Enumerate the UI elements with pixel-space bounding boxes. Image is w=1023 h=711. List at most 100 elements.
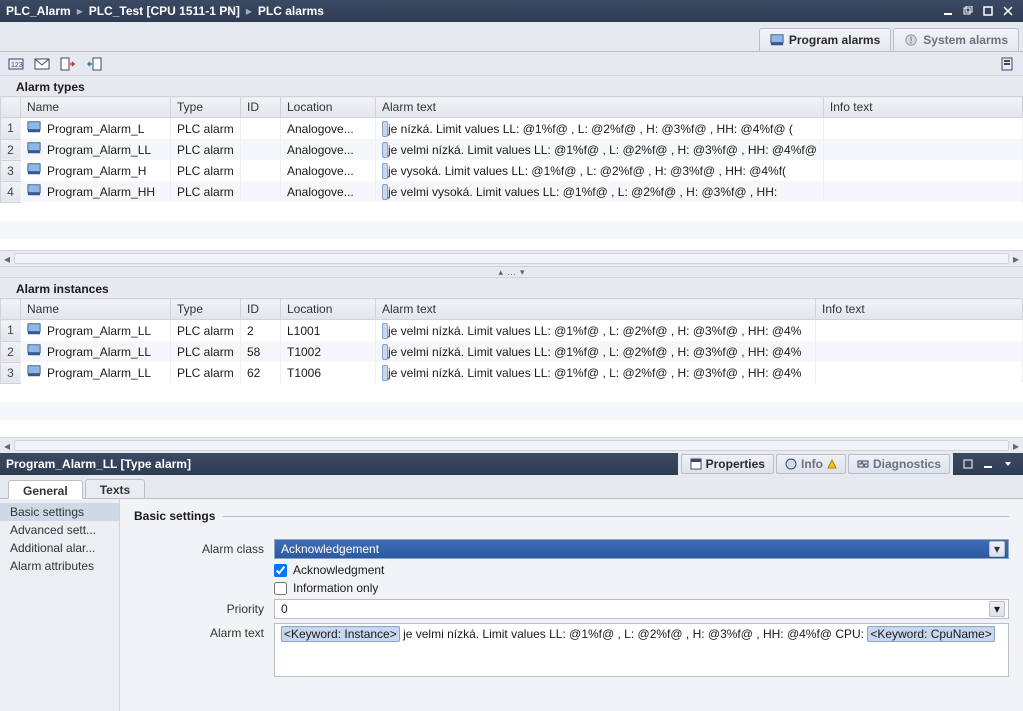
row-number: 2 xyxy=(1,341,21,362)
alarm-text-input[interactable]: <Keyword: Instance> je velmi nízká. Limi… xyxy=(274,623,1009,677)
import-left-icon[interactable] xyxy=(84,54,104,74)
alarm-text-label: Alarm text xyxy=(134,623,274,640)
col-id[interactable]: ID xyxy=(241,97,281,118)
col-info-text[interactable]: Info text xyxy=(816,299,1023,320)
nav-additional-alarms[interactable]: Additional alar... xyxy=(0,539,119,557)
tab-program-alarms[interactable]: Program alarms xyxy=(759,28,891,51)
cell-alarm-text[interactable]: je velmi nízká. Limit values LL: @1%f@ ,… xyxy=(376,320,816,342)
tab-system-alarms[interactable]: System alarms xyxy=(893,28,1019,51)
svg-text:123: 123 xyxy=(11,62,23,69)
col-name[interactable]: Name xyxy=(21,299,171,320)
alarm-types-grid[interactable]: Name Type ID Location Alarm text Info te… xyxy=(0,96,1023,266)
cell-alarm-text[interactable]: je nízká. Limit values LL: @1%f@ , L: @2… xyxy=(376,118,824,140)
splitter-handle[interactable]: ▴ … ▾ xyxy=(0,266,1023,278)
properties-side-nav: Basic settings Advanced sett... Addition… xyxy=(0,499,120,711)
row-number: 1 xyxy=(1,320,21,342)
table-row[interactable]: 1 Program_Alarm_L PLC alarm Analogove...… xyxy=(1,118,1023,140)
col-type[interactable]: Type xyxy=(171,299,241,320)
panel-dropdown-icon[interactable] xyxy=(999,456,1017,472)
cell-id: 58 xyxy=(241,341,281,362)
cell-location: Analogove... xyxy=(281,160,376,181)
col-id[interactable]: ID xyxy=(241,299,281,320)
alarm-types-hscroll[interactable]: ◂ ▸ xyxy=(0,250,1023,266)
export-right-icon[interactable] xyxy=(58,54,78,74)
window-restore-icon[interactable] xyxy=(959,3,977,19)
info-icon xyxy=(785,458,797,470)
cell-name[interactable]: Program_Alarm_HH xyxy=(21,181,171,202)
dropdown-caret-icon: ▾ xyxy=(989,601,1005,617)
table-row[interactable]: 3 Program_Alarm_H PLC alarm Analogove...… xyxy=(1,160,1023,181)
information-only-checkbox[interactable]: Information only xyxy=(274,581,1009,595)
tab-info[interactable]: Info xyxy=(776,454,846,474)
cell-name[interactable]: Program_Alarm_H xyxy=(21,160,171,181)
window-min-icon[interactable] xyxy=(939,3,957,19)
nav-alarm-attributes[interactable]: Alarm attributes xyxy=(0,557,119,575)
panel-float-icon[interactable] xyxy=(959,456,977,472)
col-type[interactable]: Type xyxy=(171,97,241,118)
tab-general[interactable]: General xyxy=(8,480,83,499)
col-location[interactable]: Location xyxy=(281,97,376,118)
cell-alarm-text[interactable]: je velmi nízká. Limit values LL: @1%f@ ,… xyxy=(376,362,816,383)
col-alarm-text[interactable]: Alarm text xyxy=(376,299,816,320)
cell-name[interactable]: Program_Alarm_LL xyxy=(21,320,171,342)
cell-name[interactable]: Program_Alarm_L xyxy=(21,118,171,140)
window-max-icon[interactable] xyxy=(979,3,997,19)
nav-advanced-settings[interactable]: Advanced sett... xyxy=(0,521,119,539)
nav-basic-settings[interactable]: Basic settings xyxy=(0,503,119,521)
keyword-instance-token xyxy=(382,344,388,360)
collapse-down-icon: ▾ xyxy=(520,267,525,278)
form-heading-text: Basic settings xyxy=(134,509,215,523)
panel-minimize-icon[interactable] xyxy=(979,456,997,472)
acknowledgment-checkbox-input[interactable] xyxy=(274,564,287,577)
table-row[interactable]: 4 Program_Alarm_HH PLC alarm Analogove..… xyxy=(1,181,1023,202)
priority-input[interactable]: 0 ▾ xyxy=(274,599,1009,619)
col-location[interactable]: Location xyxy=(281,299,376,320)
col-info-text[interactable]: Info text xyxy=(823,97,1022,118)
cell-location: Analogove... xyxy=(281,118,376,140)
table-row[interactable]: 3 Program_Alarm_LL PLC alarm 62 T1006 je… xyxy=(1,362,1023,383)
scroll-left-icon[interactable]: ◂ xyxy=(0,438,14,453)
window-close-icon[interactable] xyxy=(999,3,1017,19)
cell-type: PLC alarm xyxy=(171,362,241,383)
cell-alarm-text[interactable]: je velmi vysoká. Limit values LL: @1%f@ … xyxy=(376,181,824,202)
tab-diagnostics-label: Diagnostics xyxy=(873,457,941,471)
acknowledgment-checkbox[interactable]: Acknowledgment xyxy=(274,563,1009,577)
toggle-hex-icon[interactable]: 123 xyxy=(6,54,26,74)
cell-alarm-text[interactable]: je velmi nízká. Limit values LL: @1%f@ ,… xyxy=(376,139,824,160)
cell-alarm-text[interactable]: je velmi nízká. Limit values LL: @1%f@ ,… xyxy=(376,341,816,362)
alarm-class-select[interactable]: Acknowledgement ▾ xyxy=(274,539,1009,559)
tab-texts[interactable]: Texts xyxy=(85,479,145,498)
keyword-instance-token xyxy=(382,121,388,137)
table-row[interactable]: 2 Program_Alarm_LL PLC alarm Analogove..… xyxy=(1,139,1023,160)
panel-options-icon[interactable] xyxy=(997,54,1017,74)
cell-id xyxy=(241,118,281,140)
table-row[interactable]: 1 Program_Alarm_LL PLC alarm 2 L1001 je … xyxy=(1,320,1023,342)
col-alarm-text[interactable]: Alarm text xyxy=(376,97,824,118)
cell-type: PLC alarm xyxy=(171,160,241,181)
tab-properties[interactable]: Properties xyxy=(681,454,774,474)
alarm-icon xyxy=(27,322,41,339)
cell-name[interactable]: Program_Alarm_LL xyxy=(21,139,171,160)
title-bar: PLC_Alarm ▸ PLC_Test [CPU 1511-1 PN] ▸ P… xyxy=(0,0,1023,22)
cell-name[interactable]: Program_Alarm_LL xyxy=(21,341,171,362)
cell-alarm-text[interactable]: je vysoká. Limit values LL: @1%f@ , L: @… xyxy=(376,160,824,181)
scroll-right-icon[interactable]: ▸ xyxy=(1009,251,1023,266)
tab-diagnostics[interactable]: Diagnostics xyxy=(848,454,950,474)
acknowledgment-checkbox-label: Acknowledgment xyxy=(293,563,384,577)
breadcrumb-1[interactable]: PLC_Alarm xyxy=(6,4,71,18)
alarm-instances-grid[interactable]: Name Type ID Location Alarm text Info te… xyxy=(0,298,1023,453)
keyword-instance-token xyxy=(382,365,388,381)
scroll-right-icon[interactable]: ▸ xyxy=(1009,438,1023,453)
breadcrumb-2[interactable]: PLC_Test [CPU 1511-1 PN] xyxy=(89,4,240,18)
col-name[interactable]: Name xyxy=(21,97,171,118)
alarm-instances-hscroll[interactable]: ◂ ▸ xyxy=(0,437,1023,453)
breadcrumb-3[interactable]: PLC alarms xyxy=(258,4,324,18)
scroll-left-icon[interactable]: ◂ xyxy=(0,251,14,266)
alarm-icon xyxy=(27,141,41,158)
information-only-checkbox-input[interactable] xyxy=(274,582,287,595)
cell-name[interactable]: Program_Alarm_LL xyxy=(21,362,171,383)
table-row[interactable]: 2 Program_Alarm_LL PLC alarm 58 T1002 je… xyxy=(1,341,1023,362)
tool-bar: 123 xyxy=(0,52,1023,76)
email-icon[interactable] xyxy=(32,54,52,74)
row-number: 2 xyxy=(1,139,21,160)
